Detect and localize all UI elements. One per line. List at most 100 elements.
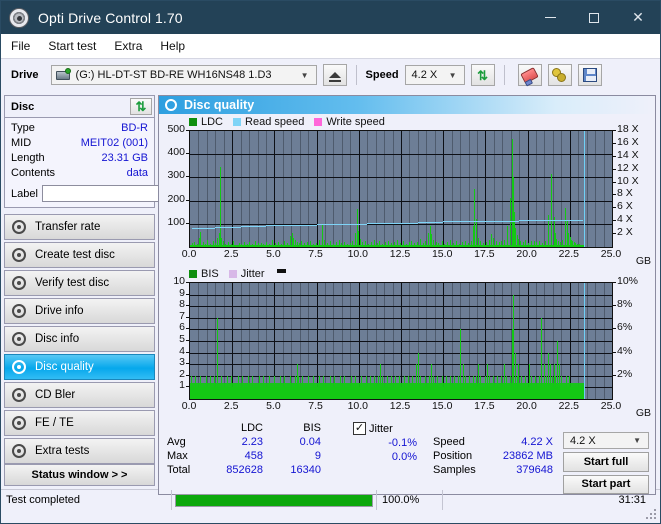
y-tick-label: 9	[179, 286, 185, 299]
samples-stat-key: Samples	[433, 464, 476, 476]
menu-item-start-test[interactable]: Start test	[48, 39, 96, 53]
sidebar-item-fe-te[interactable]: FE / TE	[4, 410, 155, 436]
eject-button[interactable]	[322, 64, 347, 86]
y2-tick-label: 2%	[617, 367, 633, 380]
window-controls: ✕	[528, 1, 660, 34]
content-area: Disc quality LDC Read speed Write speed …	[158, 91, 660, 495]
stats-row-label-max: Max	[167, 450, 188, 462]
y-tick-label: 7	[179, 309, 185, 322]
drive-label: Drive	[11, 69, 39, 81]
y-tick-label: 500	[167, 123, 185, 135]
legend-swatch-bis	[189, 270, 197, 278]
x-tick-label: 12.5	[389, 248, 411, 260]
resize-grip[interactable]	[646, 509, 658, 521]
sidebar-item-label: Create test disc	[35, 249, 115, 261]
ldc-plot	[189, 130, 613, 248]
disc-row-value: data	[126, 167, 148, 179]
y2-tick-label: 2 X	[617, 226, 633, 239]
panel-header: Disc quality	[159, 96, 655, 114]
y2-tick-label: 10%	[617, 275, 639, 287]
refresh-button[interactable]: ⇅	[470, 64, 495, 86]
toolbar: Drive (G:) HL-DT-ST BD-RE WH16NS48 1.D3 …	[1, 58, 660, 91]
jitter-value-1: -0.1%	[388, 437, 417, 449]
gear-icon	[552, 67, 567, 83]
disc-row-key: Contents	[11, 167, 56, 179]
y2-tick-label: 6 X	[617, 200, 633, 213]
x-tick-label: 25.0	[600, 248, 622, 260]
read-speed-line	[493, 220, 520, 222]
read-speed-line	[215, 227, 241, 229]
read-speed-line	[240, 226, 266, 228]
disc-row-value: BD-R	[121, 122, 148, 134]
read-speed-line	[468, 220, 494, 222]
actions-group: 4.2 X ▼ Start full Start part	[563, 422, 649, 494]
jitter-checkbox[interactable]: ✓	[353, 422, 366, 435]
ldc-chart-area: LDC Read speed Write speed 100 200 300 400 5…	[159, 114, 655, 266]
stats-total-ldc: 852628	[226, 464, 263, 476]
position-marker-line	[584, 131, 585, 247]
speed-stat-value: 4.22 X	[521, 436, 553, 448]
sidebar-item-cd-bler[interactable]: CD Bler	[4, 382, 155, 408]
disc-refresh-button[interactable]: ⇅	[130, 98, 152, 115]
app-disc-icon	[9, 7, 29, 28]
position-stat-key: Position	[433, 450, 473, 462]
sidebar-item-verify-test-disc[interactable]: Verify test disc	[4, 270, 155, 296]
y-tick-label: 1	[179, 379, 185, 392]
disc-icon	[12, 388, 26, 402]
legend-label-ldc: LDC	[201, 116, 224, 128]
read-speed-line	[443, 221, 469, 223]
drive-icon	[55, 68, 72, 82]
chevron-down-icon: ▼	[300, 70, 309, 80]
sidebar-item-transfer-rate[interactable]: Transfer rate	[4, 214, 155, 240]
y2-tick-label: 8 X	[617, 187, 633, 200]
drive-select[interactable]: (G:) HL-DT-ST BD-RE WH16NS48 1.D3 ▼	[50, 65, 317, 85]
sidebar-item-drive-info[interactable]: Drive info	[4, 298, 155, 324]
disc-label-row: Label	[11, 184, 244, 203]
sidebar-item-disc-quality[interactable]: Disc quality	[4, 354, 155, 380]
disc-icon	[12, 416, 26, 430]
sidebar-item-create-test-disc[interactable]: Create test disc	[4, 242, 155, 268]
status-window-button[interactable]: Status window > >	[4, 464, 155, 486]
eraser-icon	[520, 66, 539, 84]
minimize-button[interactable]	[528, 1, 572, 34]
x-tick-label: 5.0	[266, 248, 281, 260]
y2-tick-label: 6%	[617, 321, 633, 334]
start-full-button[interactable]: Start full	[563, 452, 649, 472]
save-button[interactable]	[577, 64, 602, 86]
disc-row-length: Length 23.31 GB	[11, 151, 148, 166]
read-speed-line	[569, 219, 584, 221]
maximize-button[interactable]	[572, 1, 616, 34]
legend-label-jitter: Jitter	[240, 268, 265, 280]
sidebar-item-disc-info[interactable]: Disc info	[4, 326, 155, 352]
menu-item-file[interactable]: File	[11, 39, 30, 53]
status-message: Test completed	[1, 490, 172, 510]
chevron-down-icon: ▼	[633, 436, 641, 446]
chart-bar	[220, 167, 221, 247]
x-tick-label: 12.5	[389, 400, 411, 412]
test-speed-select[interactable]: 4.2 X ▼	[563, 432, 649, 450]
refresh-icon: ⇅	[477, 67, 488, 83]
y-tick-label: 200	[167, 192, 185, 205]
y-tick-label: 3	[179, 356, 185, 369]
disc-row-key: MID	[11, 137, 32, 149]
read-speed-line	[417, 221, 444, 223]
panel-title: Disc quality	[184, 98, 255, 112]
menu-item-help[interactable]: Help	[160, 39, 185, 53]
speed-select[interactable]: 4.2 X ▼	[404, 65, 465, 85]
read-speed-line	[291, 224, 317, 226]
settings-button[interactable]	[547, 64, 572, 86]
stats-max-ldc: 458	[244, 450, 263, 462]
y2-tick-label: 12 X	[617, 161, 639, 174]
close-icon[interactable]: ✕	[616, 1, 660, 34]
stats-avg-ldc: 2.23	[241, 436, 263, 448]
y-tick-label: 6	[179, 321, 185, 334]
erase-button[interactable]	[517, 64, 542, 86]
sidebar-item-extra-tests[interactable]: Extra tests	[4, 438, 155, 464]
sidebar-item-label: CD Bler	[35, 389, 76, 401]
y-tick-label: 5	[179, 333, 185, 345]
sidebar-nav: Transfer rate Create test disc Verify te…	[4, 214, 155, 464]
disc-icon	[12, 248, 26, 262]
menu-item-extra[interactable]: Extra	[114, 39, 142, 53]
y2-tick-label: 18 X	[617, 123, 639, 135]
read-speed-line	[316, 224, 342, 226]
